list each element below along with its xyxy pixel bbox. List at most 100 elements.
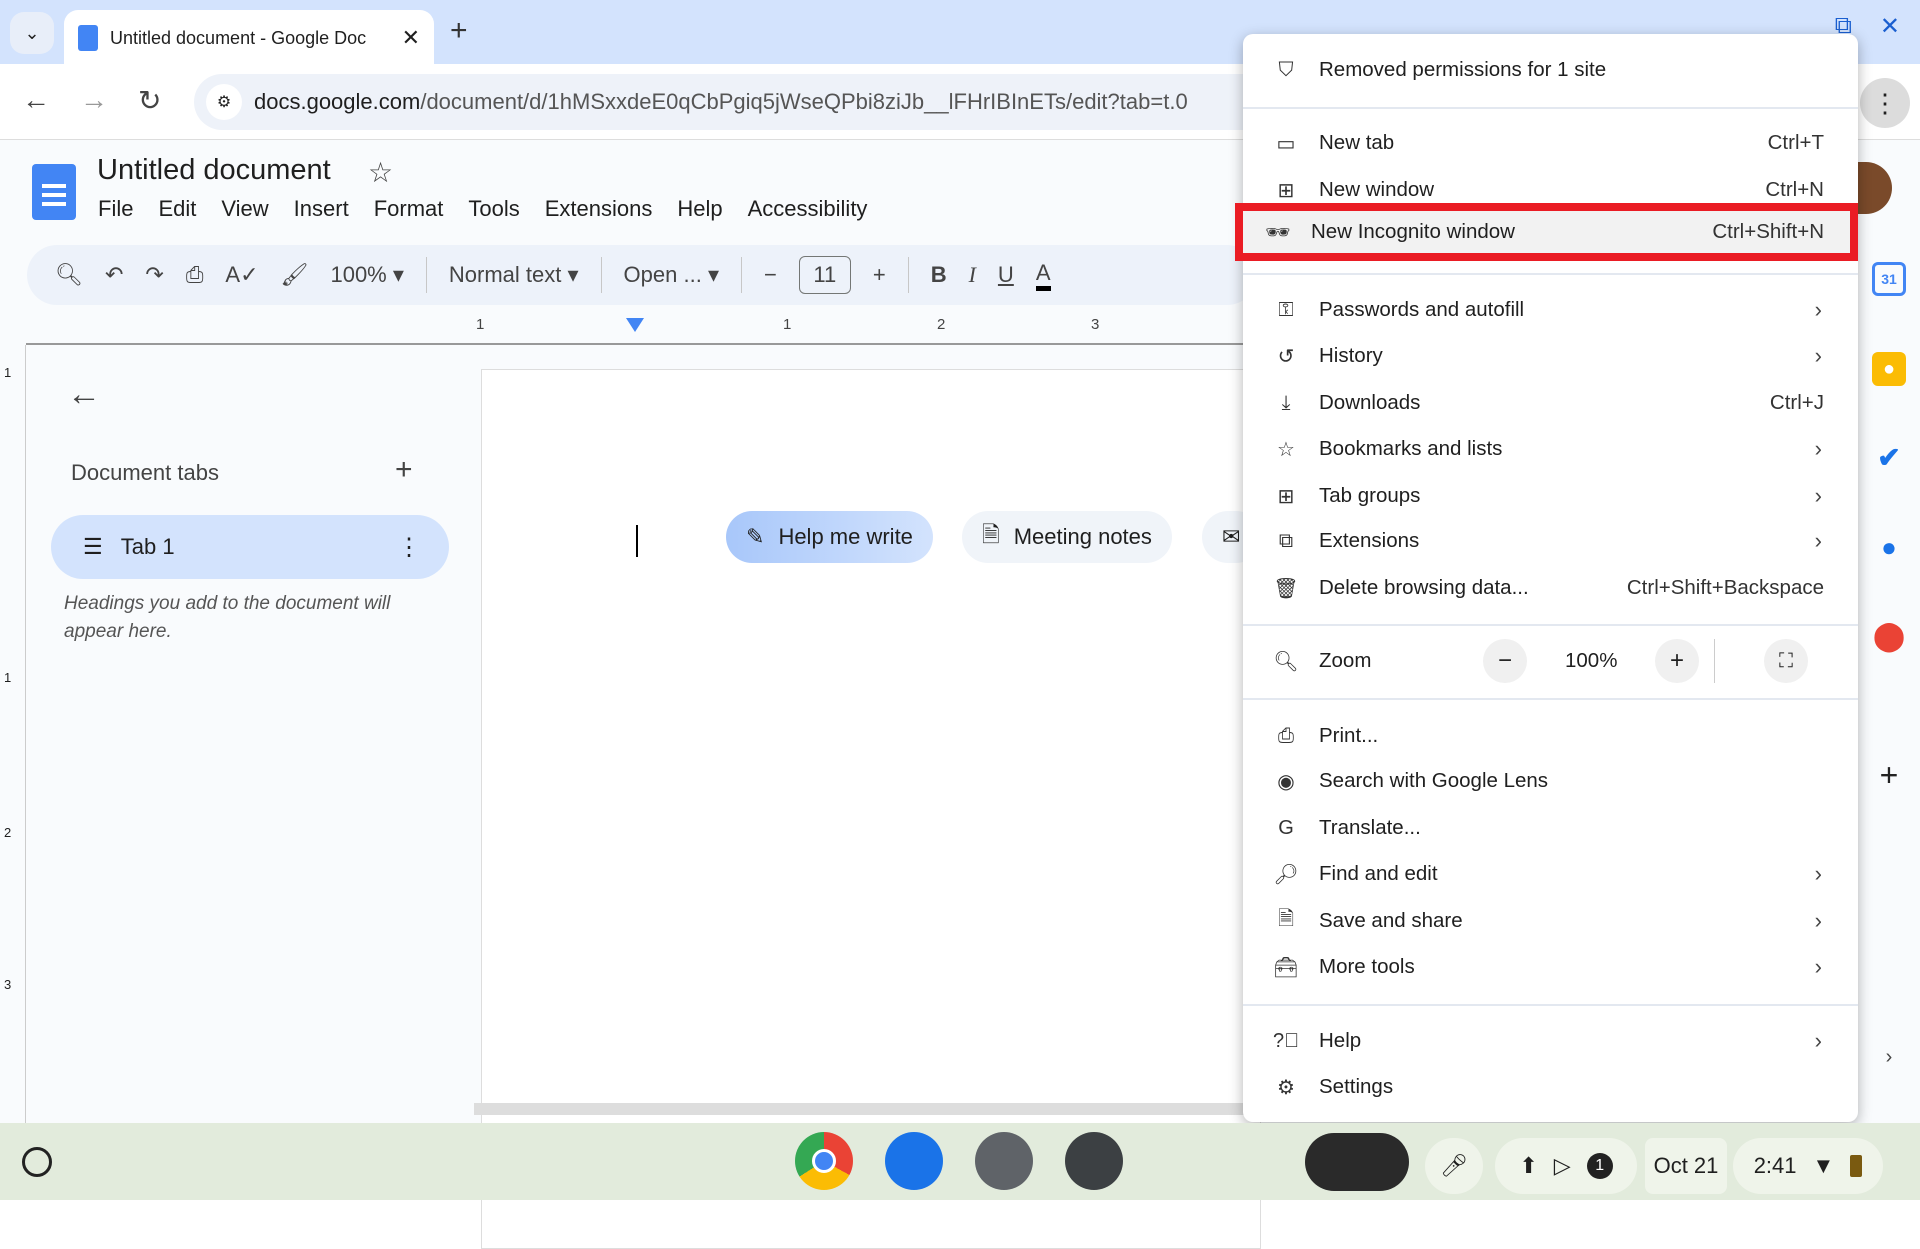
zoom-select[interactable]: 100% ▾ [330,262,403,288]
settings-app-icon[interactable] [975,1132,1033,1190]
menu-item-bookmarks[interactable]: ☆ Bookmarks and lists › [1243,427,1858,471]
menu-item-delete-browsing-data[interactable]: 🗑︎ Delete browsing data... Ctrl+Shift+Back… [1243,566,1858,610]
search-icon[interactable]: 🔍︎ [55,262,83,288]
horizontal-scrollbar[interactable] [474,1103,1254,1115]
reload-icon[interactable]: ↻ [138,84,161,117]
fullscreen-button[interactable]: ⛶ [1764,639,1808,683]
avatar[interactable] [1858,162,1892,214]
files-app-icon[interactable] [885,1132,943,1190]
menu-item-downloads[interactable]: ⤓ Downloads Ctrl+J [1243,381,1858,425]
chrome-menu-button[interactable]: ⋮ [1860,78,1910,128]
document-title[interactable]: Untitled document [97,154,331,187]
document-page[interactable]: ✎ Help me write 🗎 Meeting notes ✉ [481,369,1262,1249]
chevron-right-icon[interactable]: › [1872,1040,1906,1074]
menu-item-tab-groups[interactable]: ⊞ Tab groups › [1243,474,1858,518]
add-tab-button[interactable]: + [395,453,413,487]
menu-item-save-and-share[interactable]: 🗎 Save and share › [1243,899,1858,943]
menu-edit[interactable]: Edit [158,196,196,222]
print-icon[interactable]: ⎙ [186,262,204,288]
status-area[interactable]: 2:41 ▼ [1733,1138,1883,1194]
font-select[interactable]: Open ... ▾ [624,262,719,288]
holding-space-thumbnail[interactable] [1305,1133,1409,1191]
menu-help[interactable]: Help [677,196,722,222]
chrome-app-icon[interactable] [795,1132,853,1190]
undo-icon[interactable]: ↶ [105,262,123,288]
microphone-icon: 🎤︎ [1440,1153,1468,1178]
more-vert-icon[interactable]: ⋮ [397,533,421,562]
menu-item-print[interactable]: ⎙ Print... [1243,714,1858,758]
chevron-right-icon: › [1814,483,1822,508]
tasks-icon[interactable]: ✔ [1872,440,1906,474]
help-me-write-chip[interactable]: ✎ Help me write [726,511,933,563]
menu-item-settings[interactable]: ⚙ Settings [1243,1065,1858,1109]
back-arrow-icon[interactable]: ← [22,84,50,116]
notification-tray[interactable]: ⬆ ▷ 1 [1495,1138,1637,1194]
back-arrow-icon[interactable]: ← [67,375,101,414]
zoom-icon: 🔍︎ [1273,650,1299,673]
launcher-button[interactable] [22,1147,52,1177]
italic-icon[interactable]: I [969,262,976,288]
menu-item-history[interactable]: ↺ History › [1243,334,1858,378]
menu-file[interactable]: File [98,196,133,222]
calendar-icon[interactable]: 31 [1872,262,1906,296]
removed-permissions-item[interactable]: ⛉ Removed permissions for 1 site [1243,48,1858,92]
menu-format[interactable]: Format [374,196,444,222]
chevron-right-icon: › [1814,1028,1822,1053]
diagnostics-app-icon[interactable] [1065,1132,1123,1190]
document-tab-item[interactable]: ☰ Tab 1 ⋮ [51,515,449,579]
close-window-icon[interactable]: ✕ [1880,12,1900,41]
indent-marker[interactable] [626,318,644,332]
style-select[interactable]: Normal text ▾ [449,262,579,288]
new-tab-button[interactable]: + [450,14,468,48]
font-size-input[interactable]: 11 [798,256,851,294]
horizontal-ruler: 1 1 2 3 [470,316,1250,344]
star-icon[interactable]: ☆ [368,156,393,189]
menu-extensions[interactable]: Extensions [545,196,653,222]
menu-item-more-tools[interactable]: 🧰︎ More tools › [1243,945,1858,989]
menu-insert[interactable]: Insert [294,196,349,222]
menu-item-help[interactable]: ?⃝ Help › [1243,1019,1858,1063]
docs-logo-icon[interactable] [32,164,76,220]
url-input[interactable]: ⚙ docs.google.com/document/d/1hMSxxdeE0q… [194,74,1294,130]
shortcut: Ctrl+N [1765,178,1824,201]
help-icon: ?⃝ [1273,1029,1300,1052]
zoom-in-button[interactable]: + [1655,639,1699,683]
decrease-font-size-icon[interactable]: − [764,262,777,288]
item-label: Passwords and autofill [1319,298,1525,321]
browser-tab[interactable]: Untitled document - Google Doc ✕ [64,10,434,66]
menu-item-find-and-edit[interactable]: 🔎︎ Find and edit › [1243,852,1858,896]
menu-item-extensions[interactable]: ⧉ Extensions › [1243,519,1858,563]
spellcheck-icon[interactable]: A✓ [225,262,258,288]
zoom-out-button[interactable]: − [1483,639,1527,683]
menu-item-new-tab[interactable]: ▭ New tab Ctrl+T [1243,121,1858,165]
tab-search-button[interactable]: ⌄ [10,12,54,54]
bold-icon[interactable]: B [931,262,947,288]
item-label: Translate... [1319,816,1421,839]
text-color-icon[interactable]: A [1035,260,1051,291]
underline-icon[interactable]: U [998,262,1014,288]
menu-item-passwords[interactable]: ⚿ Passwords and autofill › [1243,288,1858,332]
add-addon-icon[interactable]: + [1872,757,1906,793]
keep-icon[interactable]: ● [1872,352,1906,386]
menu-item-translate[interactable]: G Translate... [1243,806,1858,850]
menu-view[interactable]: View [221,196,268,222]
menu-accessibility[interactable]: Accessibility [748,196,868,222]
microphone-button[interactable]: 🎤︎ [1425,1138,1483,1194]
forward-arrow-icon[interactable]: → [80,84,108,116]
incognito-icon: 🕶︎ [1265,221,1291,244]
redo-icon[interactable]: ↷ [145,262,163,288]
paint-format-icon[interactable]: 🖌︎ [281,262,309,288]
ruler-label: 3 [1091,316,1100,333]
maps-icon[interactable]: ⬤ [1872,618,1906,652]
site-settings-icon[interactable]: ⚙ [206,84,242,120]
increase-font-size-icon[interactable]: + [873,262,886,288]
save-icon: 🗎 [1277,908,1295,930]
close-tab-icon[interactable]: ✕ [402,25,420,51]
date-button[interactable]: Oct 21 [1645,1138,1727,1194]
menu-tools[interactable]: Tools [468,196,519,222]
menu-item-new-incognito-window[interactable]: 🕶︎ New Incognito window Ctrl+Shift+N [1235,203,1858,261]
meeting-notes-chip[interactable]: 🗎 Meeting notes [962,511,1172,563]
document-tabs-heading: Document tabs [71,460,219,485]
menu-item-google-lens[interactable]: ◉ Search with Google Lens [1243,759,1858,803]
contacts-icon[interactable]: ● [1872,530,1906,564]
